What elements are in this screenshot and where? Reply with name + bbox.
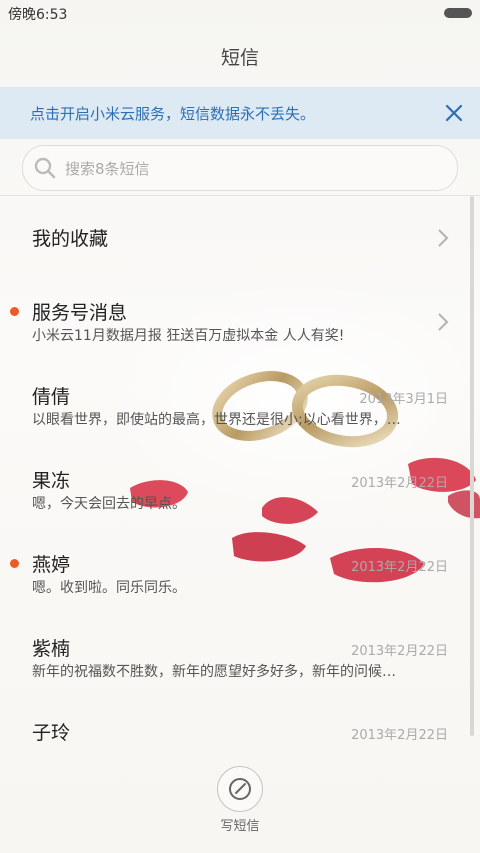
conversation-list[interactable]: 我的收藏 服务号消息 小米云11月数据月报 狂送百万虚拟本金 人人有奖! 倩倩 … [0, 196, 480, 756]
item-date: 2013年2月22日 [351, 476, 448, 491]
cloud-service-banner[interactable]: 点击开启小米云服务，短信数据永不丢失。 [0, 87, 480, 139]
item-name: 紫楠 [32, 638, 71, 660]
item-name: 服务号消息 [32, 302, 128, 324]
compose-button[interactable] [217, 766, 263, 812]
item-name: 燕婷 [32, 554, 71, 576]
unread-dot [10, 559, 19, 568]
item-date: 2013年2月22日 [351, 728, 448, 743]
close-icon[interactable] [442, 101, 466, 125]
conversation-item[interactable]: 燕婷 2013年2月22日 嗯。收到啦。同乐同乐。 [0, 532, 480, 616]
chevron-right-icon [438, 229, 449, 247]
item-preview: 以眼看世界，即使站的最高，世界还是很小;以心看世界，… [32, 412, 401, 428]
item-preview: 嗯，今天会回去的早点。 [32, 496, 186, 512]
item-date: 2013年3月1日 [359, 392, 448, 407]
search-placeholder: 搜索8条短信 [65, 160, 150, 178]
item-preview: 嗯。收到啦。同乐同乐。 [32, 580, 186, 596]
scrollbar[interactable] [470, 196, 474, 736]
item-name: 果冻 [32, 470, 71, 492]
chevron-right-icon [438, 313, 449, 331]
item-name: 倩倩 [32, 386, 71, 408]
item-preview: 新年的祝福数不胜数，新年的愿望好多好多，新年的问候… [32, 664, 396, 680]
unread-dot [10, 307, 19, 316]
item-preview: 小米云11月数据月报 狂送百万虚拟本金 人人有奖! [32, 328, 345, 344]
item-name: 我的收藏 [32, 228, 109, 250]
search-icon [34, 157, 56, 179]
compose-icon [229, 778, 251, 800]
item-date: 2013年2月22日 [351, 644, 448, 659]
list-item-favorites[interactable]: 我的收藏 [0, 196, 480, 280]
search-input[interactable]: 搜索8条短信 [22, 145, 458, 191]
compose-label[interactable]: 写短信 [0, 815, 480, 834]
battery-icon [444, 8, 472, 18]
conversation-item[interactable]: 子玲 2013年2月22日 [0, 700, 480, 756]
list-item-service-messages[interactable]: 服务号消息 小米云11月数据月报 狂送百万虚拟本金 人人有奖! [0, 280, 480, 364]
conversation-item[interactable]: 倩倩 2013年3月1日 以眼看世界，即使站的最高，世界还是很小;以心看世界，… [0, 364, 480, 448]
conversation-item[interactable]: 紫楠 2013年2月22日 新年的祝福数不胜数，新年的愿望好多好多，新年的问候… [0, 616, 480, 700]
status-bar: 傍晚6:53 [0, 0, 480, 26]
item-name: 子玲 [32, 722, 71, 744]
title-bar: 短信 [0, 30, 480, 86]
page-title: 短信 [220, 47, 259, 69]
conversation-item[interactable]: 果冻 2013年2月22日 嗯，今天会回去的早点。 [0, 448, 480, 532]
item-date: 2013年2月22日 [351, 560, 448, 575]
status-time: 傍晚6:53 [8, 7, 68, 23]
cloud-banner-text[interactable]: 点击开启小米云服务，短信数据永不丢失。 [30, 103, 315, 124]
